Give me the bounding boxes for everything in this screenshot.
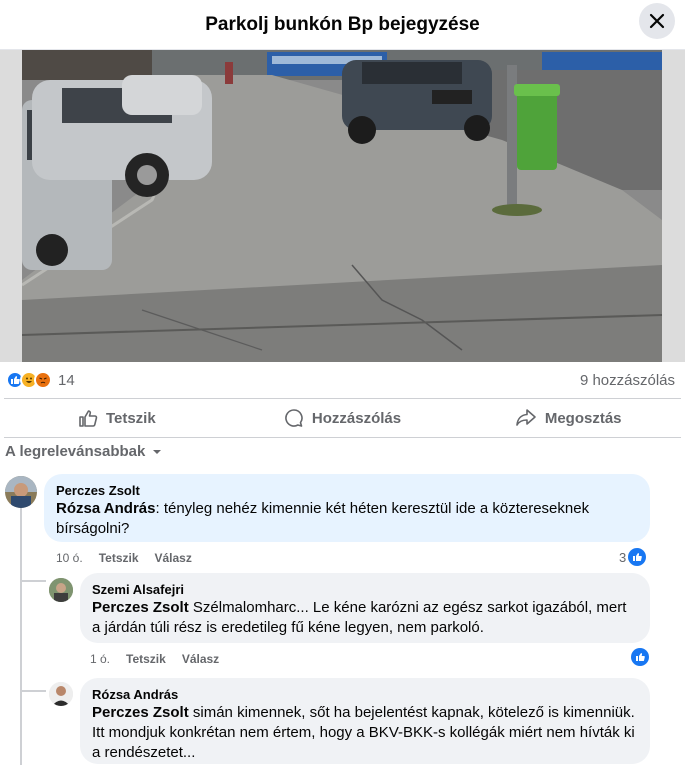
- comment-author[interactable]: Rózsa András: [92, 686, 638, 703]
- comments-count[interactable]: 9 hozzászólás: [580, 372, 675, 389]
- comment-time[interactable]: 10 ó.: [56, 551, 83, 565]
- dialog-title: Parkolj bunkón Bp bejegyzése: [205, 13, 480, 35]
- like-icon: [631, 648, 649, 666]
- street-photo-illustration: [22, 50, 662, 362]
- angry-reaction-icon: [34, 371, 52, 389]
- reactions-summary: 14 9 hozzászólás: [0, 366, 685, 394]
- mention-link[interactable]: Perczes Zsolt: [92, 599, 189, 616]
- comment-like-button[interactable]: Tetszik: [99, 551, 139, 565]
- comment-sort-dropdown[interactable]: A legrelevánsabbak: [5, 443, 163, 460]
- comment-text: Perczes Zsolt Szélmalomharc... Le kéne k…: [92, 598, 638, 638]
- comment-meta: 1 ó. Tetszik Válasz: [90, 652, 219, 666]
- reaction-icons[interactable]: [6, 371, 52, 389]
- comment-bubble: Szemi Alsafejri Perczes Zsolt Szélmalomh…: [80, 573, 650, 643]
- thread-connector: [20, 690, 46, 692]
- dialog-header: Parkolj bunkón Bp bejegyzése: [0, 0, 685, 50]
- avatar[interactable]: [5, 476, 37, 508]
- like-button-label: Tetszik: [105, 409, 156, 427]
- close-icon: [649, 13, 665, 29]
- avatar[interactable]: [49, 578, 73, 602]
- comment-author[interactable]: Perczes Zsolt: [56, 482, 638, 499]
- avatar[interactable]: [49, 682, 73, 706]
- post-action-bar: Tetszik Hozzászólás Megosztás: [4, 398, 681, 438]
- share-icon: [516, 409, 536, 426]
- share-button[interactable]: Megosztás: [455, 399, 681, 437]
- comment-text: Perczes Zsolt simán kimennek, sőt ha bej…: [92, 703, 638, 763]
- thread-line: [20, 508, 22, 765]
- reaction-count[interactable]: 14: [58, 372, 75, 389]
- comment-like-button[interactable]: Tetszik: [126, 652, 166, 666]
- mention-link[interactable]: Rózsa András: [56, 500, 155, 517]
- share-button-label: Megosztás: [544, 409, 622, 427]
- comment-like-count: 3: [619, 549, 627, 565]
- like-button[interactable]: Tetszik: [4, 399, 230, 437]
- comment-reaction-badge[interactable]: [631, 648, 649, 666]
- comment-bubble: Perczes Zsolt Rózsa András: tényleg nehé…: [44, 474, 650, 542]
- comment-reply-button[interactable]: Válasz: [182, 652, 219, 666]
- comment-reaction-badge[interactable]: 3: [619, 548, 647, 566]
- close-button[interactable]: [639, 3, 675, 39]
- comment-text: Rózsa András: tényleg nehéz kimennie két…: [56, 499, 638, 539]
- comment-reply-button[interactable]: Válasz: [155, 551, 192, 565]
- like-icon: [628, 548, 647, 566]
- mention-link[interactable]: Perczes Zsolt: [92, 704, 189, 721]
- comment-time[interactable]: 1 ó.: [90, 652, 110, 666]
- comment-author[interactable]: Szemi Alsafejri: [92, 581, 638, 598]
- chevron-down-icon: [153, 449, 162, 454]
- post-photo[interactable]: [22, 50, 662, 362]
- post-photo-frame: [0, 50, 685, 362]
- thumbs-up-icon: [79, 410, 98, 427]
- comment-bubble: Rózsa András Perczes Zsolt simán kimenne…: [80, 678, 650, 764]
- comment-button-label: Hozzászólás: [311, 409, 402, 427]
- sort-label: A legrelevánsabbak: [5, 443, 146, 460]
- thread-connector: [20, 580, 46, 582]
- comment-meta: 10 ó. Tetszik Válasz: [56, 551, 192, 565]
- comment-icon: [285, 409, 303, 427]
- comment-button[interactable]: Hozzászólás: [230, 399, 456, 437]
